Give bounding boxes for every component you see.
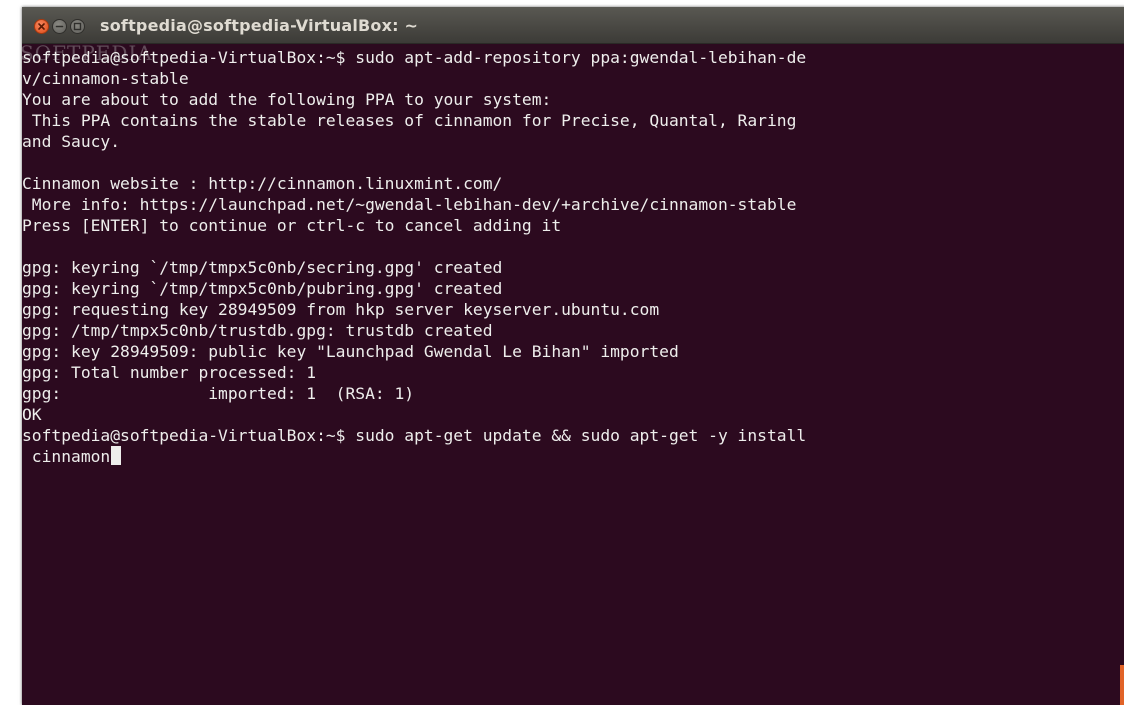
terminal-line: gpg: imported: 1 (RSA: 1) [22, 384, 415, 403]
terminal-line: gpg: /tmp/tmpx5c0nb/trustdb.gpg: trustdb… [22, 321, 493, 340]
terminal-line: softpedia@softpedia-VirtualBox:~$ sudo a… [22, 426, 807, 445]
minimize-icon[interactable] [52, 19, 67, 34]
terminal-line: and Saucy. [22, 132, 121, 151]
scrollbar-thumb[interactable] [1120, 665, 1124, 705]
text-cursor [111, 446, 122, 465]
terminal-line: Cinnamon website : http://cinnamon.linux… [22, 174, 503, 193]
terminal-output[interactable]: softpedia@softpedia-VirtualBox:~$ sudo a… [22, 47, 1114, 697]
terminal-line: gpg: key 28949509: public key "Launchpad… [22, 342, 679, 361]
terminal-line: gpg: keyring `/tmp/tmpx5c0nb/secring.gpg… [22, 258, 503, 277]
terminal-line: softpedia@softpedia-VirtualBox:~$ sudo a… [22, 48, 807, 67]
terminal-line: Press [ENTER] to continue or ctrl-c to c… [22, 216, 562, 235]
terminal-line: This PPA contains the stable releases of… [22, 111, 797, 130]
terminal-line: cinnamon [22, 446, 1114, 467]
maximize-icon[interactable] [70, 19, 85, 34]
scrollbar[interactable] [1118, 47, 1124, 705]
terminal-line: More info: https://launchpad.net/~gwenda… [22, 195, 797, 214]
terminal-line: gpg: keyring `/tmp/tmpx5c0nb/pubring.gpg… [22, 279, 503, 298]
terminal-line: You are about to add the following PPA t… [22, 90, 552, 109]
terminal-line: gpg: requesting key 28949509 from hkp se… [22, 300, 660, 319]
terminal-line: OK [22, 405, 42, 424]
terminal-line: v/cinnamon-stable [22, 69, 189, 88]
close-icon[interactable] [34, 19, 49, 34]
window-title: softpedia@softpedia-VirtualBox: ~ [100, 16, 419, 35]
terminal-window: softpedia@softpedia-VirtualBox: ~ SOFTPE… [22, 7, 1124, 705]
terminal-line: gpg: Total number processed: 1 [22, 363, 317, 382]
title-bar[interactable]: softpedia@softpedia-VirtualBox: ~ [22, 7, 1124, 44]
